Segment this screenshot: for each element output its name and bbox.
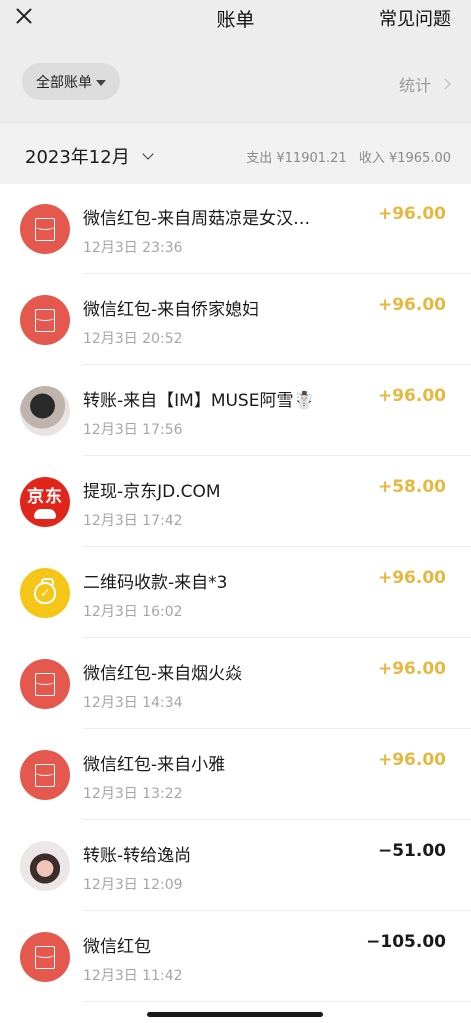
transaction-amount: +96.00 [377, 659, 446, 679]
top-bar: 账单 常见问题 全部账单 统计 [0, 0, 471, 110]
user-avatar [20, 841, 70, 891]
transaction-amount: +96.00 [377, 295, 446, 315]
divider [83, 455, 471, 456]
income-total: 收入 ¥1965.00 [358, 151, 451, 166]
transaction-row[interactable]: 转账-转给逸尚 12月3日 12:09 −51.00 [0, 821, 471, 911]
transaction-amount: −51.00 [377, 841, 446, 861]
transaction-title: 转账-转给逸尚 [83, 846, 192, 866]
month-selector[interactable]: 2023年12月 [25, 143, 154, 169]
transaction-time: 12月3日 23:36 [83, 240, 183, 256]
transaction-title: 微信红包-来自周菇凉是女汉… [83, 209, 311, 229]
money-bag-icon: ✓ [20, 568, 70, 618]
transaction-row[interactable]: ✓ 二维码收款-来自*3 12月3日 16:02 +96.00 [0, 548, 471, 638]
transaction-amount: −105.00 [366, 932, 446, 952]
transaction-time: 12月3日 17:56 [83, 422, 183, 438]
transaction-title: 二维码收款-来自*3 [83, 573, 228, 593]
jd-logo-icon: 京东 [20, 477, 70, 527]
transaction-amount: +58.00 [377, 477, 446, 497]
transaction-time: 12月3日 14:34 [83, 695, 183, 711]
statistics-link[interactable]: 统计 [398, 72, 451, 96]
month-header: 2023年12月 支出 ¥11901.21 收入 ¥1965.00 [0, 122, 471, 184]
divider [83, 910, 471, 911]
divider [83, 728, 471, 729]
transaction-amount: +96.00 [377, 204, 446, 224]
transaction-row[interactable]: 京东 提现-京东JD.COM 12月3日 17:42 +58.00 [0, 457, 471, 547]
chevron-right-icon [439, 78, 451, 90]
transaction-row[interactable]: 微信红包-来自周菇凉是女汉… 12月3日 23:36 +96.00 [0, 184, 471, 274]
month-label: 2023年12月 [25, 147, 130, 168]
divider [83, 273, 471, 274]
transaction-time: 12月3日 17:42 [83, 513, 183, 529]
red-packet-icon [20, 932, 70, 982]
red-packet-icon [20, 295, 70, 345]
expense-total: 支出 ¥11901.21 [246, 151, 347, 166]
transaction-row[interactable]: 微信红包-来自小雅 12月3日 13:22 +96.00 [0, 730, 471, 820]
transaction-amount: +96.00 [377, 386, 446, 406]
transaction-title: 微信红包-来自烟火焱 [83, 664, 243, 684]
transaction-title: 微信红包 [83, 937, 151, 957]
red-packet-icon [20, 750, 70, 800]
transaction-time: 12月3日 11:42 [83, 968, 183, 984]
transaction-list: 微信红包-来自周菇凉是女汉… 12月3日 23:36 +96.00 微信红包-来… [0, 184, 471, 1023]
transaction-title: 提现-京东JD.COM [83, 482, 221, 502]
transaction-time: 12月3日 13:22 [83, 786, 183, 802]
statistics-label: 统计 [398, 76, 431, 95]
transaction-row[interactable]: 微信红包-来自烟火焱 12月3日 14:34 +96.00 [0, 639, 471, 729]
red-packet-icon [20, 204, 70, 254]
transaction-row[interactable]: 转账-来自【IM】MUSE阿雪☃️ 12月3日 17:56 +96.00 [0, 366, 471, 456]
transaction-amount: +96.00 [377, 568, 446, 588]
transaction-title: 微信红包-来自侨家媳妇 [83, 300, 260, 320]
user-avatar [20, 386, 70, 436]
month-summary: 支出 ¥11901.21 收入 ¥1965.00 [246, 147, 451, 166]
transaction-time: 12月3日 20:52 [83, 331, 183, 347]
home-indicator [147, 1012, 323, 1017]
close-icon[interactable] [12, 4, 36, 28]
divider [83, 364, 471, 365]
chevron-down-icon [142, 148, 154, 160]
red-packet-icon [20, 659, 70, 709]
faq-link[interactable]: 常见问题 [379, 5, 451, 31]
bill-filter-label: 全部账单 [36, 74, 92, 91]
transaction-title: 转账-来自【IM】MUSE阿雪☃️ [83, 391, 315, 411]
transaction-row[interactable]: 微信红包 12月3日 11:42 −105.00 [0, 912, 471, 1002]
transaction-title: 微信红包-来自小雅 [83, 755, 226, 775]
divider [83, 819, 471, 820]
bill-filter-dropdown[interactable]: 全部账单 [22, 63, 120, 100]
divider [83, 1001, 471, 1002]
divider [83, 546, 471, 547]
caret-down-icon [96, 79, 106, 86]
transaction-time: 12月3日 16:02 [83, 604, 183, 620]
transaction-row[interactable]: 微信红包-来自侨家媳妇 12月3日 20:52 +96.00 [0, 275, 471, 365]
divider [83, 637, 471, 638]
transaction-time: 12月3日 12:09 [83, 877, 183, 893]
transaction-amount: +96.00 [377, 750, 446, 770]
